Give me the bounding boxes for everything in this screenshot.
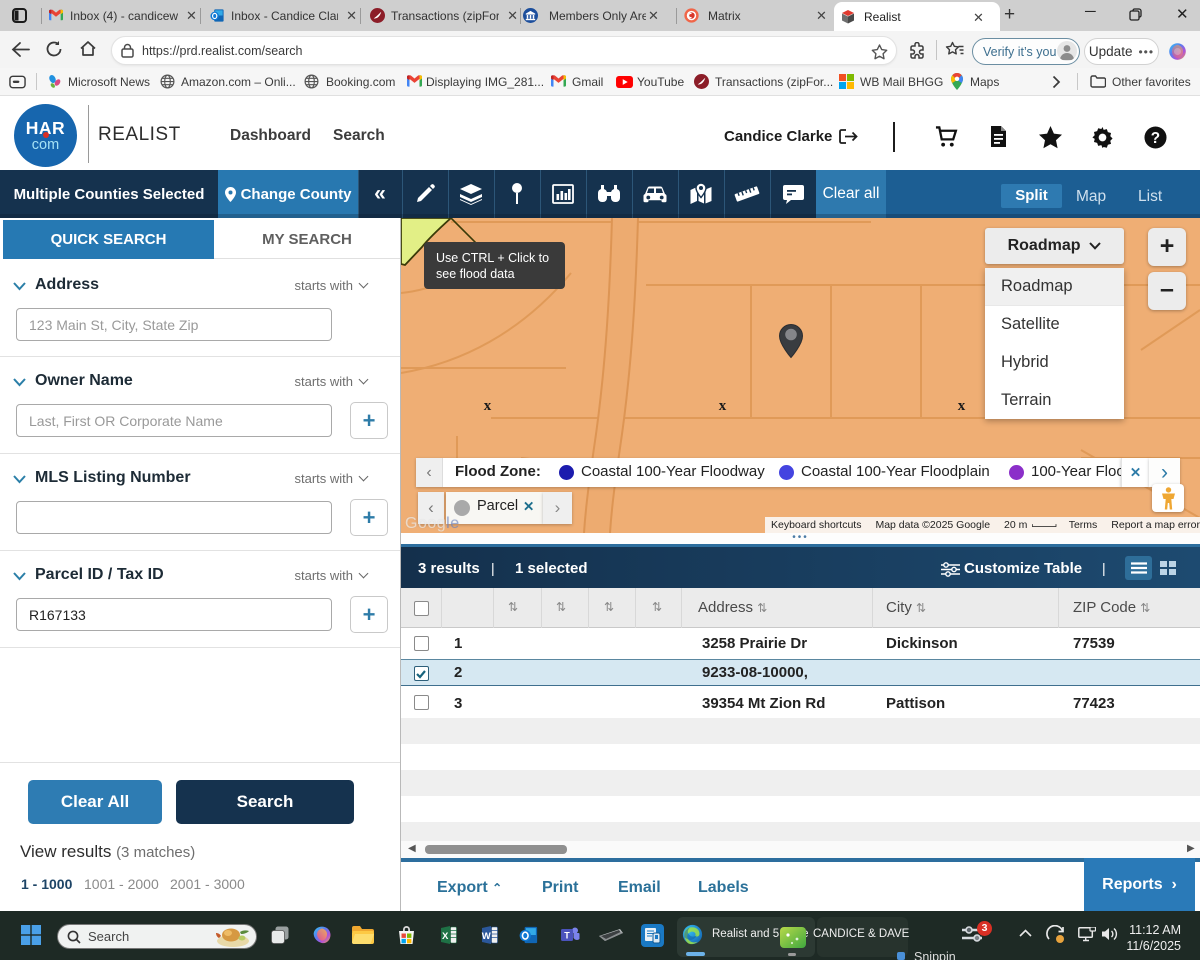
svg-text:X: X [442, 931, 449, 942]
svg-text:x: x [484, 398, 492, 414]
svg-text:T: T [564, 931, 570, 941]
svg-text:x: x [719, 398, 727, 414]
svg-text:W: W [482, 931, 491, 942]
svg-text:x: x [958, 398, 966, 414]
svg-text:?: ? [1151, 130, 1160, 147]
